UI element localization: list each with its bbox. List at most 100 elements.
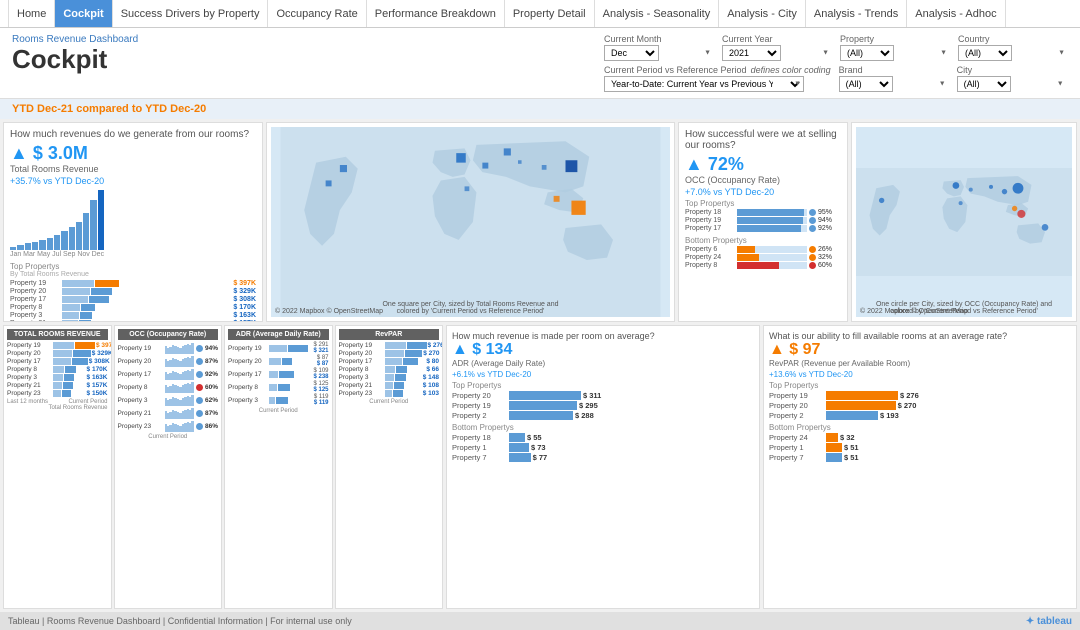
filter-property: Property (All)	[840, 34, 950, 61]
table-row: Property 3 $ 163K	[7, 374, 108, 381]
revpar-detail-panel: What is our ability to fill available ro…	[763, 325, 1077, 609]
kpi-revpar-footer: Current Period	[339, 399, 440, 405]
revenue-bar	[83, 213, 89, 250]
occ-stats-panel: How successful were we at selling our ro…	[678, 122, 848, 322]
list-item: Property 19 94%	[685, 217, 841, 224]
revenue-bar	[17, 245, 23, 250]
table-row: Property 8 $ 125 $ 125	[228, 381, 329, 393]
table-row: Property 20 $ 87 $ 87	[228, 355, 329, 367]
nav-trends[interactable]: Analysis - Trends	[806, 0, 907, 27]
list-item: Property 18 95%	[685, 209, 841, 216]
property-select[interactable]: (All)	[840, 45, 894, 61]
page-title: Cockpit	[12, 45, 138, 74]
world-map-left: © 2022 Mapbox © OpenStreetMap One square…	[266, 122, 675, 322]
period-label: Current Period vs Reference Period	[604, 65, 747, 75]
brand-select[interactable]: (All)	[839, 76, 893, 92]
revenue-content: ▲ $ 3.0M Total Rooms Revenue +35.7% vs Y…	[10, 143, 256, 258]
occ-bottom-label: Bottom Propertys	[685, 236, 841, 245]
table-row: Property 8 60%	[118, 381, 219, 393]
filter-current-year: Current Year 2021	[722, 34, 832, 61]
occ-top-props: Property 18 95%Property 19 94%Property 1…	[685, 208, 841, 233]
revenue-bar	[76, 222, 82, 250]
table-row: Property 8 $ 170K	[7, 366, 108, 373]
kpi-tables-section: TOTAL ROOMS REVENUE Property 19 $ 397KPr…	[3, 325, 443, 609]
revenue-label: Total Rooms Revenue	[10, 164, 104, 174]
list-item: Property 17 $ 308K	[10, 296, 256, 303]
list-item: Property 1 $ 51	[769, 443, 1071, 452]
list-item: Property 20 $ 311	[452, 391, 754, 400]
list-item: Property 8 $ 170K	[10, 304, 256, 311]
nav-success-drivers[interactable]: Success Drivers by Property	[113, 0, 269, 27]
revenue-bar	[61, 231, 67, 250]
bar-labels: JanMarMayJulSepNovDec	[10, 251, 104, 258]
current-year-select[interactable]: 2021	[722, 45, 781, 61]
nav-property-detail[interactable]: Property Detail	[505, 0, 595, 27]
list-item: Property 2 $ 193	[769, 411, 1071, 420]
kpi-adr-header: ADR (Average Daily Rate)	[228, 329, 329, 340]
list-item: Property 7 $ 51	[769, 453, 1071, 462]
table-row: Property 19 94%	[118, 342, 219, 354]
list-item: Property 1 $ 73	[452, 443, 754, 452]
table-row: Property 17 $ 109 $ 238	[228, 368, 329, 380]
list-item: Property 20 $ 270	[769, 401, 1071, 410]
occ-top-label: Top Propertys	[685, 199, 841, 208]
nav-seasonality[interactable]: Analysis - Seasonality	[595, 0, 720, 27]
table-row: Property 17 $ 80	[339, 358, 440, 365]
table-row: Property 8 $ 66	[339, 366, 440, 373]
filter-brand: Brand (All)	[839, 65, 949, 92]
table-row: Property 3 $ 119 $ 119	[228, 394, 329, 406]
nav-city[interactable]: Analysis - City	[719, 0, 806, 27]
revenue-bar	[10, 247, 16, 250]
list-item: Property 19 $ 295	[452, 401, 754, 410]
ytd-banner: YTD Dec-21 compared to YTD Dec-20	[0, 99, 1080, 119]
adr-bottom-label: Bottom Propertys	[452, 423, 754, 432]
occ-bottom-props: Property 6 26%Property 24 32%Property 8 …	[685, 245, 841, 270]
city-select[interactable]: (All)	[957, 76, 1011, 92]
revenue-panel: How much revenues do we generate from ou…	[3, 122, 263, 322]
bottom-row: TOTAL ROOMS REVENUE Property 19 $ 397KPr…	[3, 325, 1077, 609]
kpi-adr: ADR (Average Daily Rate) Property 19 $ 2…	[224, 325, 333, 609]
nav-occupancy[interactable]: Occupancy Rate	[268, 0, 366, 27]
occ-question: How successful were we at selling our ro…	[685, 129, 841, 151]
revenue-bar	[47, 238, 53, 250]
revpar-label: RevPAR (Revenue per Available Room)	[769, 359, 1071, 368]
list-item: Property 19 $ 397K	[10, 280, 256, 287]
occ-section: How successful were we at selling our ro…	[678, 122, 1077, 322]
country-select[interactable]: (All)	[958, 45, 1012, 61]
revenue-bar	[25, 243, 31, 250]
status-text: Tableau | Rooms Revenue Dashboard | Conf…	[8, 616, 352, 626]
table-row: Property 20 $ 329K	[7, 350, 108, 357]
tableau-logo: ✦ tableau	[1026, 616, 1072, 627]
table-row: Property 20 87%	[118, 355, 219, 367]
table-row: Property 21 $ 108	[339, 382, 440, 389]
header-left: Rooms Revenue Dashboard Cockpit	[12, 34, 138, 74]
table-row: Property 23 86%	[118, 420, 219, 432]
revenue-bar	[98, 190, 104, 250]
kpi-revpar: RevPAR Property 19 $ 276Property 20 $ 27…	[335, 325, 444, 609]
list-item: Property 21 $ 157K	[10, 320, 256, 322]
adr-detail-panel: How much revenue is made per room on ave…	[446, 325, 760, 609]
table-row: Property 17 $ 308K	[7, 358, 108, 365]
occ-value: ▲ 72%	[685, 154, 841, 175]
filter-period: Current Period vs Reference Period defin…	[604, 65, 831, 92]
adr-label: ADR (Average Daily Rate)	[452, 359, 754, 368]
nav-home[interactable]: Home	[8, 0, 55, 27]
map-note-left: One square per City, sized by Total Room…	[371, 301, 571, 315]
table-row: Property 19 $ 397K	[7, 342, 108, 349]
table-row: Property 17 92%	[118, 368, 219, 380]
nav-adhoc[interactable]: Analysis - Adhoc	[907, 0, 1005, 27]
table-row: Property 23 $ 150K	[7, 390, 108, 397]
revpar-top-props: Property 19 $ 276Property 20 $ 270Proper…	[769, 391, 1071, 420]
current-month-select[interactable]: Dec	[604, 45, 659, 61]
period-select[interactable]: Year-to-Date: Current Year vs Previous Y…	[604, 76, 804, 92]
property-label: Property	[840, 34, 950, 44]
list-item: Property 3 $ 163K	[10, 312, 256, 319]
filter-city: City (All)	[957, 65, 1067, 92]
kpi-occ: OCC (Occupancy Rate) Property 19 94%Prop…	[114, 325, 223, 609]
list-item: Property 6 26%	[685, 246, 841, 253]
table-row: Property 3 62%	[118, 394, 219, 406]
map-note-right: One circle per City, sized by OCC (Occup…	[864, 301, 1064, 315]
nav-cockpit[interactable]: Cockpit	[55, 0, 112, 27]
nav-performance[interactable]: Performance Breakdown	[367, 0, 505, 27]
filter-country: Country (All)	[958, 34, 1068, 61]
